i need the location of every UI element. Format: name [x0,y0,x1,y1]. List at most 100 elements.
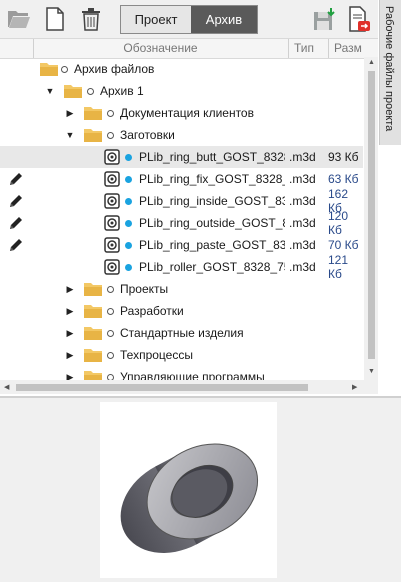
file-row[interactable]: PLib_ring_outside_GOST_8 .m3d 120 Кб [0,209,363,237]
status-dot [124,190,132,212]
new-file-button[interactable] [42,6,68,32]
part-icon [104,234,120,256]
tree-item-standard-parts[interactable]: ▶ Стандартные изделия [0,322,363,344]
tree-item-archive-files[interactable]: Архив файлов [0,58,363,80]
file-row[interactable]: PLib_roller_GOST_8328_75_ .m3d 121 Кб [0,253,363,281]
open-folder-icon [8,11,30,28]
part-icon [104,190,120,212]
tree-item-label: Стандартные изделия [120,326,244,340]
save-to-archive-button[interactable] [312,6,338,32]
tree-item-projects[interactable]: ▶ Проекты [0,278,363,300]
pencil-icon [8,190,24,212]
expand-arrow-icon[interactable]: ▶ [64,366,76,381]
folder-icon [40,58,58,80]
collapse-arrow-icon[interactable]: ▼ [44,80,56,102]
toolbar: Проект Архив [0,0,378,38]
expand-arrow-icon[interactable]: ▶ [64,344,76,366]
tree-item-archive-1[interactable]: ▼ Архив 1 [0,80,363,102]
view-toggle: Проект Архив [120,5,258,34]
column-size-header[interactable]: Разм [334,41,362,55]
tree-item-tech-processes[interactable]: ▶ Техпроцессы [0,344,363,366]
tree-item-developments[interactable]: ▶ Разработки [0,300,363,322]
status-dot [124,234,132,256]
status-dot [86,80,94,102]
expand-arrow-icon[interactable]: ▶ [64,102,76,124]
column-separator[interactable] [328,39,329,58]
expand-arrow-icon[interactable]: ▶ [64,300,76,322]
tree-item-control-programs[interactable]: ▶ Управляющие программы [0,366,363,380]
ring-model-image [120,443,259,553]
status-dot [124,212,132,234]
column-header: Обозначение Тип Разм [0,38,378,59]
file-name: PLib_ring_fix_GOST_8328_7 [139,172,285,186]
file-name: PLib_ring_butt_GOST_8328_ [139,150,285,164]
file-type: .m3d [289,238,316,252]
part-icon [104,168,120,190]
expand-arrow-icon[interactable]: ▶ [64,322,76,344]
folder-icon [84,278,102,300]
vertical-scrollbar[interactable]: ▲ ▼ [364,57,378,380]
folder-icon [84,322,102,344]
file-row[interactable]: PLib_ring_inside_GOST_83 .m3d 162 Кб [0,187,363,215]
file-type: .m3d [289,194,316,208]
export-button[interactable] [346,6,372,32]
folder-icon [64,80,82,102]
part-icon [104,212,120,234]
status-dot [124,146,132,168]
scroll-right-icon[interactable]: ▶ [352,383,357,391]
file-row[interactable]: PLib_ring_paste_GOST_832 .m3d 70 Кб [0,234,363,256]
folder-icon [84,124,102,146]
tree-item-label: Управляющие программы [120,370,265,380]
horizontal-scrollbar[interactable]: ◀ ▶ [0,380,378,394]
file-type: .m3d [289,150,316,164]
status-dot [106,278,114,300]
file-size: 93 Кб [328,150,359,164]
open-folder-button[interactable] [6,6,32,32]
file-size: 121 Кб [328,253,349,281]
file-name: PLib_ring_inside_GOST_83 [139,194,285,208]
tree-item-blanks[interactable]: ▼ Заготовки [0,124,363,146]
status-dot [106,102,114,124]
folder-icon [84,102,102,124]
status-dot [106,300,114,322]
status-dot [60,58,68,80]
tab-project[interactable]: Проект [121,6,191,33]
side-tab-project-files[interactable]: Рабочие файлы проекта [379,0,401,145]
tree-item-label: Проекты [120,282,169,296]
status-dot [106,322,114,344]
delete-button[interactable] [78,6,104,32]
file-name: PLib_ring_paste_GOST_832 [139,238,285,252]
pencil-icon [8,212,24,234]
pencil-icon [8,234,24,256]
collapse-arrow-icon[interactable]: ▼ [64,124,76,146]
trash-icon [82,8,100,31]
folder-icon [84,300,102,322]
save-icon [314,8,335,30]
tab-archive[interactable]: Архив [191,6,257,33]
scroll-left-icon[interactable]: ◀ [4,383,9,391]
file-export-icon [349,6,370,32]
file-type: .m3d [289,172,316,186]
part-icon [104,256,120,278]
file-name: PLib_ring_outside_GOST_8 [139,216,285,230]
column-separator[interactable] [288,39,289,58]
scroll-thumb[interactable] [16,384,308,391]
preview-panel [0,398,401,582]
status-dot [124,256,132,278]
file-row[interactable]: PLib_ring_butt_GOST_8328_ .m3d 93 Кб [0,146,363,168]
column-name-header[interactable]: Обозначение [34,41,287,55]
scroll-down-icon[interactable]: ▼ [368,368,375,375]
tree-item-client-docs[interactable]: ▶ Документация клиентов [0,102,363,124]
scroll-up-icon[interactable]: ▲ [368,59,375,66]
status-dot [124,168,132,190]
scroll-thumb[interactable] [368,71,375,359]
tree-item-label: Архив 1 [100,84,144,98]
file-row[interactable]: PLib_ring_fix_GOST_8328_7 .m3d 63 Кб [0,168,363,190]
expand-arrow-icon[interactable]: ▶ [64,278,76,300]
tree-item-label: Техпроцессы [120,348,193,362]
folder-icon [84,366,102,380]
column-type-header[interactable]: Тип [294,41,314,55]
status-dot [106,366,114,380]
new-file-icon [46,7,64,31]
folder-icon [84,344,102,366]
